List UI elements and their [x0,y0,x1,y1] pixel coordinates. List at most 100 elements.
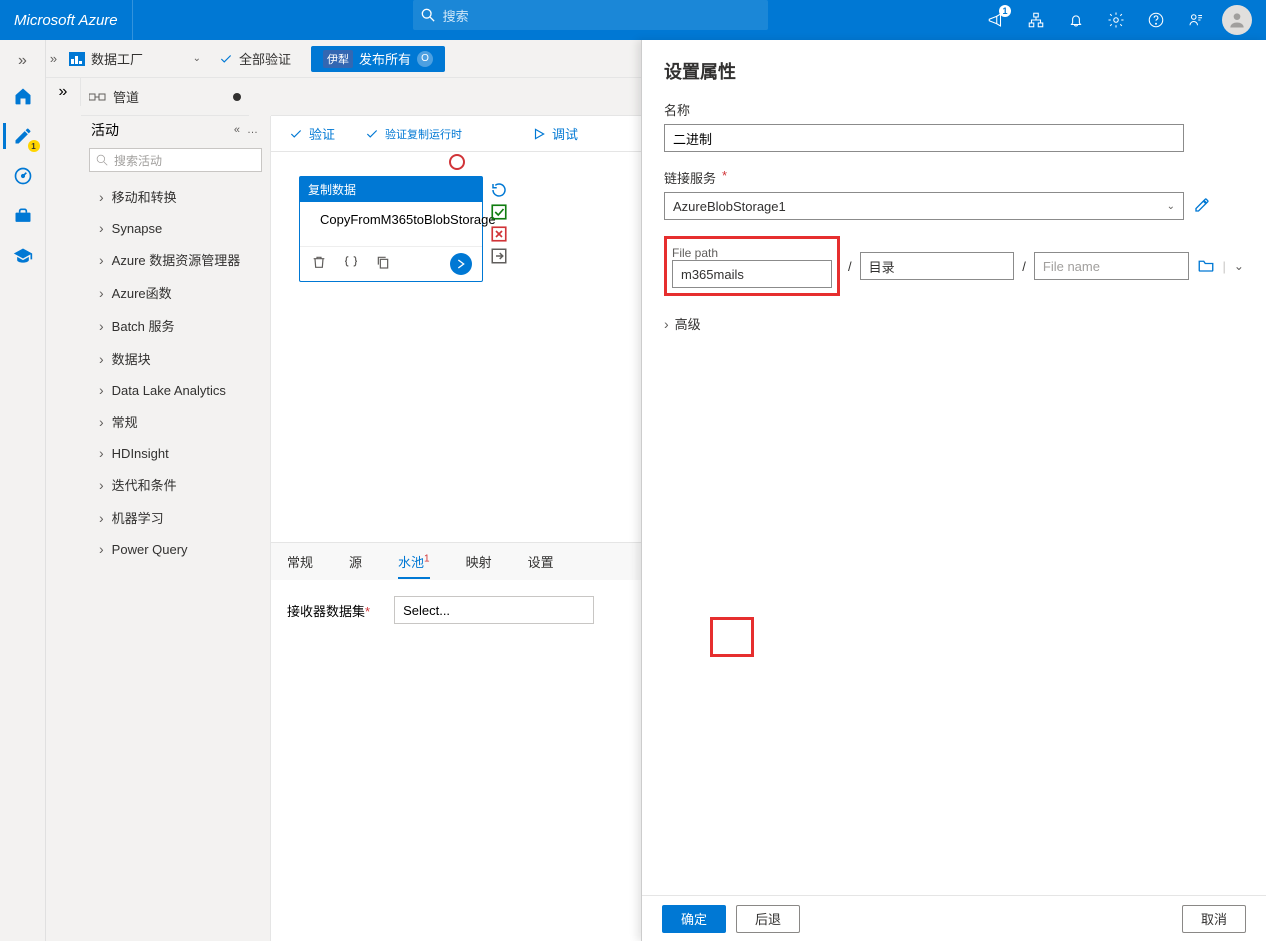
directory-button[interactable] [1016,0,1056,40]
activity-category[interactable]: 迭代和条件 [81,468,270,501]
node-code-button[interactable] [342,253,360,271]
ok-button[interactable]: 确定 [662,905,726,933]
filepath-directory-input[interactable]: 目录 [860,252,1015,280]
megaphone-badge: 1 [999,5,1011,17]
node-delete-button[interactable] [310,253,328,271]
gear-icon [1107,11,1125,29]
linked-service-select[interactable]: AzureBlobStorage1 ⌄ [664,192,1184,220]
tab-settings[interactable]: 设置 [528,544,554,579]
activities-collapse-toggle[interactable]: « … [234,124,260,136]
sink-dataset-select[interactable]: Select... [394,596,594,624]
name-label: 名称 [664,100,1244,119]
toolbar-collapse[interactable]: » [46,51,61,66]
node-title: CopyFromM365toBlobStorage [320,212,496,229]
help-button[interactable] [1136,0,1176,40]
unsaved-dot-icon [233,93,241,101]
folder-icon [1197,257,1215,273]
node-header: 复制数据 [300,177,482,202]
rail-item-monitor[interactable] [3,157,43,195]
publish-pill: 伊犁 [323,50,353,68]
tab-source[interactable]: 源 [349,544,362,579]
publish-count: O [417,51,433,67]
rail-item-manage[interactable] [3,197,43,235]
publish-label: 发布所有 [359,49,411,68]
activity-category[interactable]: 常规 [81,405,270,438]
node-side-success[interactable] [490,203,508,221]
publish-all-button[interactable]: 伊犁 发布所有 O [311,46,445,72]
sink-dataset-label: 接收器数据集* [287,601,370,620]
advanced-toggle[interactable]: 高级 [664,314,1244,333]
canvas-validate-copy-button[interactable]: 验证复制运行时 [365,126,462,142]
activity-category[interactable]: Power Query [81,534,270,564]
edit-linked-service-button[interactable] [1194,197,1210,216]
linked-service-label: 链接服务* [664,168,1244,187]
braces-icon [343,254,359,270]
filepath-divider: | [1223,259,1226,274]
tab-sink-label: 水池 [398,555,424,570]
graduation-icon [13,246,33,266]
logo[interactable]: Microsoft Azure [0,0,133,40]
explorer-collapse[interactable]: » [46,78,81,106]
feedback-icon [1187,11,1205,29]
x-square-icon [490,225,508,243]
cancel-button[interactable]: 取消 [1182,905,1246,933]
pencil-icon [1194,197,1210,213]
canvas-validate-button[interactable]: 验证 [289,124,335,143]
gauge-icon [13,166,33,186]
global-search[interactable]: 搜索 [413,0,768,30]
node-side-retry[interactable] [490,181,508,199]
search-placeholder: 搜索 [443,6,469,25]
filepath-chevron[interactable]: ⌄ [1234,259,1244,273]
filepath-filename-input[interactable]: File name [1034,252,1189,280]
activity-node-copy[interactable]: 复制数据 CopyFromM365toBlobStorage [299,176,483,282]
activity-category[interactable]: Azure 数据资源管理器 [81,243,270,276]
rail-expand-toggle[interactable]: » [0,46,46,76]
top-header: Microsoft Azure 搜索 1 [0,0,1266,40]
factory-icon [69,52,85,66]
rail-item-author[interactable]: 1 [3,117,43,155]
tab-general[interactable]: 常规 [287,544,313,579]
sitemap-icon [1027,11,1045,29]
rail-item-learn[interactable] [3,237,43,275]
tab-mapping[interactable]: 映射 [466,544,492,579]
feedback-button[interactable] [1176,0,1216,40]
activities-search-placeholder: 搜索活动 [114,152,162,169]
retry-icon [490,181,508,199]
node-side-failure[interactable] [490,225,508,243]
activity-category[interactable]: Batch 服务 [81,309,270,342]
tab-sink[interactable]: 水池1 [398,544,430,579]
node-side-skip[interactable] [490,247,508,265]
settings-button[interactable] [1096,0,1136,40]
resource-picker[interactable]: 数据工厂 ⌄ [61,49,209,68]
canvas-debug-button[interactable]: 调试 [532,124,578,143]
activity-category[interactable]: 数据块 [81,342,270,375]
node-clone-button[interactable] [374,253,392,271]
activity-category[interactable]: Data Lake Analytics [81,375,270,405]
check-square-icon [490,203,508,221]
activity-category[interactable]: Synapse [81,213,270,243]
filepath-container-input[interactable]: m365mails [672,260,832,288]
activity-category[interactable]: Azure函数 [81,276,270,309]
search-icon [96,154,108,166]
validate-all-button[interactable]: 全部验证 [209,40,301,78]
tab-sink-badge: 1 [424,554,430,565]
user-avatar[interactable] [1222,5,1252,35]
node-next-button[interactable] [450,253,472,275]
check-icon [365,127,379,141]
browse-button[interactable] [1197,257,1215,276]
help-icon [1147,11,1165,29]
activity-category[interactable]: HDInsight [81,438,270,468]
arrow-right-icon [453,256,469,272]
back-button[interactable]: 后退 [736,905,800,933]
pipeline-tab[interactable]: 管道 [81,78,249,116]
rail-item-home[interactable] [3,77,43,115]
activity-category[interactable]: 机器学习 [81,501,270,534]
activity-category[interactable]: 移动和转换 [81,180,270,213]
name-input[interactable] [664,124,1184,152]
activities-search[interactable]: 搜索活动 [89,148,262,172]
megaphone-button[interactable]: 1 [976,0,1016,40]
check-icon [219,52,233,66]
left-rail: » 1 [0,40,46,941]
sep1: / [848,259,852,274]
notifications-button[interactable] [1056,0,1096,40]
